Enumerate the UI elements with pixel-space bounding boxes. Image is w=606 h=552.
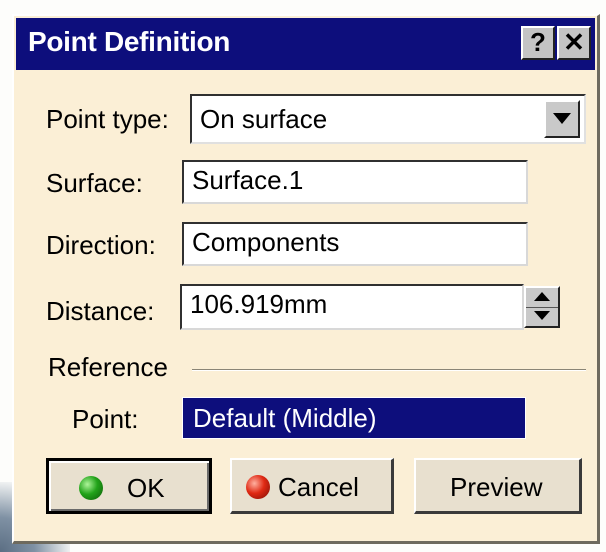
close-button[interactable]: ✕	[557, 26, 591, 60]
title-bar[interactable]: Point Definition ? ✕	[16, 18, 595, 70]
cancel-button-label: Cancel	[278, 472, 359, 502]
arrow-down-icon	[534, 311, 550, 320]
spin-down-button[interactable]	[526, 307, 558, 326]
green-ball-icon	[79, 476, 103, 500]
surface-label: Surface:	[46, 168, 143, 198]
distance-spinner[interactable]	[524, 286, 560, 328]
reference-group-label: Reference	[48, 352, 168, 382]
dropdown-arrow-button[interactable]	[544, 100, 580, 138]
red-ball-icon	[246, 475, 270, 499]
distance-field[interactable]: 106.919mm	[180, 284, 524, 330]
cancel-button[interactable]: Cancel	[230, 458, 394, 514]
dialog-title: Point Definition	[28, 26, 231, 57]
arrow-up-icon	[534, 292, 550, 301]
reference-point-label: Point:	[72, 404, 139, 434]
distance-label: Distance:	[46, 296, 155, 326]
help-button[interactable]: ?	[521, 26, 555, 60]
point-type-label: Point type:	[46, 104, 169, 134]
preview-button-label: Preview	[450, 472, 543, 502]
spin-up-button[interactable]	[526, 288, 558, 308]
point-definition-dialog: Point Definition ? ✕ Point type: On surf…	[12, 14, 600, 544]
reference-separator	[192, 369, 586, 371]
ok-button-label: OK	[127, 473, 165, 503]
direction-label: Direction:	[46, 230, 156, 260]
surface-field[interactable]: Surface.1	[182, 160, 528, 204]
point-type-dropdown[interactable]: On surface	[190, 94, 586, 144]
ok-button[interactable]: OK	[46, 458, 212, 514]
reference-point-field[interactable]: Default (Middle)	[182, 397, 526, 439]
preview-button[interactable]: Preview	[414, 458, 582, 514]
triangle-down-icon	[553, 113, 571, 124]
point-type-value: On surface	[200, 104, 328, 134]
direction-field[interactable]: Components	[182, 222, 528, 266]
